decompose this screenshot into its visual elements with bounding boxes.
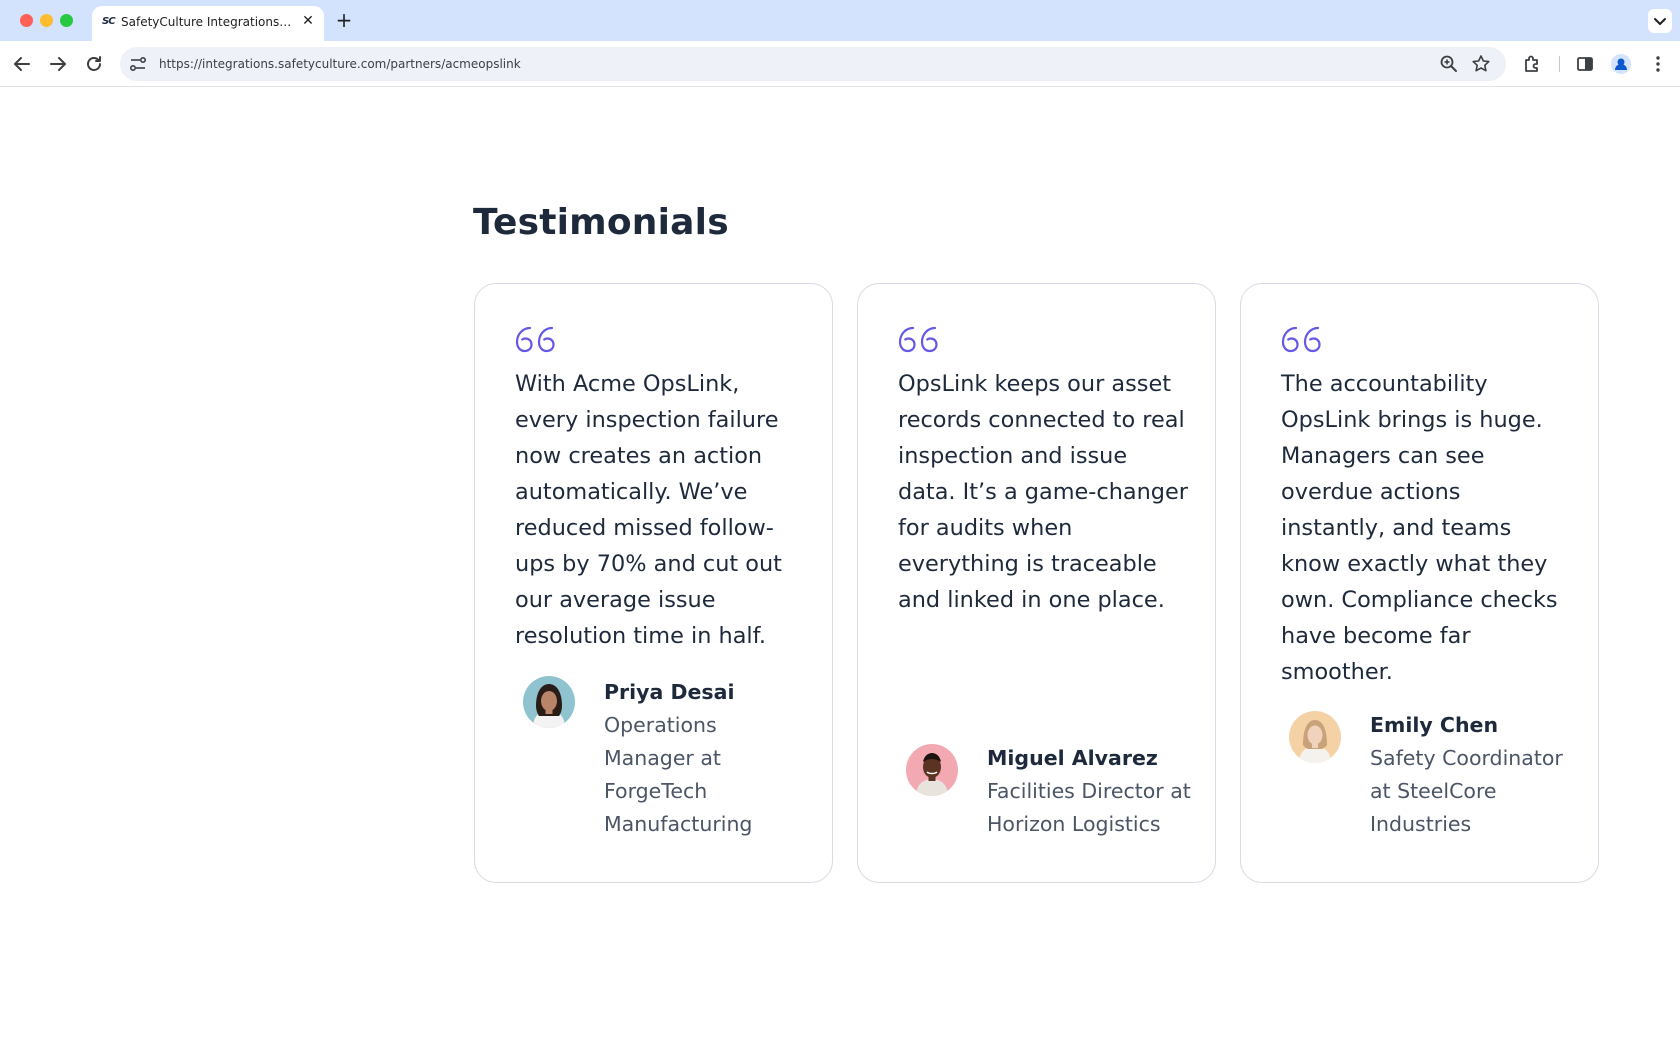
- tab-search-button[interactable]: [1648, 9, 1672, 33]
- reload-icon: [87, 56, 101, 71]
- quote-icon: [898, 326, 938, 353]
- bookmark-star-icon[interactable]: [1470, 53, 1492, 75]
- browser-menu-icon[interactable]: [1646, 52, 1670, 76]
- side-panel-icon[interactable]: [1573, 52, 1597, 76]
- avatar: [523, 676, 575, 728]
- arrow-right-icon: [50, 57, 66, 71]
- testimonial-quote: With Acme OpsLink, every inspection fail…: [515, 371, 782, 649]
- browser-tab[interactable]: SC SafetyCulture Integrations Marketplac…: [92, 6, 324, 41]
- toolbar-divider: [1559, 56, 1560, 72]
- quote-icon: [1281, 326, 1321, 353]
- author-name: Emily Chen: [1370, 713, 1499, 737]
- author-details: Miguel Alvarez Facilities Director at Ho…: [987, 742, 1192, 841]
- avatar: [1289, 711, 1341, 763]
- tab-title: SafetyCulture Integrations Marketplace: [121, 15, 295, 29]
- testimonial-quote: OpsLink keeps our asset records connecte…: [898, 371, 1188, 613]
- address-bar[interactable]: https://integrations.safetyculture.com/p…: [120, 47, 1506, 81]
- minimize-window-button[interactable]: [40, 14, 53, 27]
- testimonial-card: The accountability OpsLink brings is hug…: [1240, 283, 1599, 883]
- site-info-icon[interactable]: [128, 54, 148, 74]
- profile-avatar-icon[interactable]: [1609, 52, 1633, 76]
- browser-tab-bar: SC SafetyCulture Integrations Marketplac…: [0, 0, 1680, 41]
- arrow-left-icon: [14, 57, 30, 71]
- testimonial-card: OpsLink keeps our asset records connecte…: [857, 283, 1216, 883]
- tab-close-icon[interactable]: ✕: [300, 13, 316, 29]
- testimonial-quote: The accountability OpsLink brings is hug…: [1281, 371, 1558, 685]
- author-details: Emily Chen Safety Coordinator at SteelCo…: [1370, 709, 1575, 841]
- chevron-down-icon: [1654, 18, 1666, 25]
- browser-toolbar: https://integrations.safetyculture.com/p…: [0, 41, 1680, 87]
- url-text[interactable]: https://integrations.safetyculture.com/p…: [159, 57, 521, 71]
- reload-button[interactable]: [82, 52, 106, 76]
- close-window-button[interactable]: [20, 14, 33, 27]
- author-name: Miguel Alvarez: [987, 746, 1158, 770]
- author-role: Operations Manager at ForgeTech Manufact…: [604, 713, 753, 836]
- author-details: Priya Desai Operations Manager at ForgeT…: [604, 676, 809, 841]
- back-button[interactable]: [10, 52, 34, 76]
- maximize-window-button[interactable]: [60, 14, 73, 27]
- new-tab-button[interactable]: +: [334, 10, 354, 30]
- safetyculture-favicon-icon: SC: [102, 16, 116, 27]
- quote-icon: [515, 326, 555, 353]
- zoom-icon[interactable]: [1438, 53, 1460, 75]
- author-name: Priya Desai: [604, 680, 735, 704]
- forward-button[interactable]: [46, 52, 70, 76]
- author-role: Safety Coordinator at SteelCore Industri…: [1370, 746, 1563, 836]
- testimonial-card: With Acme OpsLink, every inspection fail…: [474, 283, 833, 883]
- author-role: Facilities Director at Horizon Logistics: [987, 779, 1191, 836]
- extensions-puzzle-icon[interactable]: [1520, 52, 1544, 76]
- testimonials-heading: Testimonials: [473, 202, 729, 243]
- avatar: [906, 744, 958, 796]
